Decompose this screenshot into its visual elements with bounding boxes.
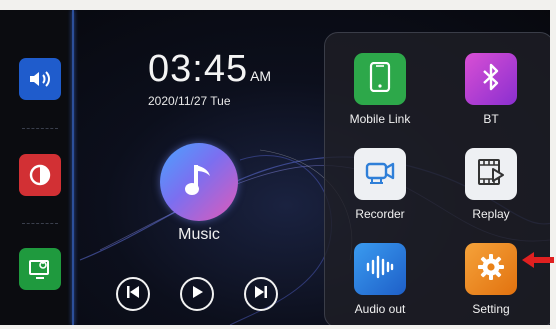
sidebar [0,10,73,325]
clock-ampm: AM [250,68,272,84]
bt-button[interactable] [465,53,517,105]
previous-button[interactable] [116,277,150,311]
next-button[interactable] [244,277,278,311]
phone-icon [369,61,391,97]
device-frame: 03:45 AM 2020/11/27 Tue Music Mobile Lin… [0,0,556,329]
gear-icon [476,252,506,287]
play-button[interactable] [180,277,214,311]
play-icon [190,285,204,304]
volume-icon [28,69,52,89]
brightness-button[interactable] [19,154,61,196]
home-screen: 03:45 AM 2020/11/27 Tue Music Mobile Lin… [0,10,550,325]
clock-digits: 03:45 [148,48,249,90]
music-note-icon [182,161,216,204]
next-icon [254,285,268,304]
previous-icon [126,285,140,304]
clock-date: 2020/11/27 Tue [148,94,231,108]
recorder-button[interactable] [354,148,406,200]
setting-button[interactable] [465,243,517,295]
screen-off-icon [28,258,52,280]
replay-button[interactable] [465,148,517,200]
volume-button[interactable] [19,58,61,100]
bt-label: BT [483,112,499,126]
apps-panel: Mobile Link BT Recorder Replay Audio out… [324,32,550,325]
music-button[interactable] [160,143,238,221]
brightness-icon [28,163,52,187]
mobile-link-label: Mobile Link [349,112,411,126]
recorder-label: Recorder [355,207,405,221]
audio-wave-icon [365,254,395,285]
audio-out-button[interactable] [354,243,406,295]
camera-icon [364,158,396,191]
mobile-link-button[interactable] [354,53,406,105]
screen-off-button[interactable] [19,248,61,290]
replay-label: Replay [472,207,510,221]
sidebar-divider [22,223,58,224]
clock-time: 03:45 AM [148,50,271,95]
film-play-icon [475,157,507,192]
sidebar-divider [22,128,58,129]
bluetooth-icon [481,63,501,96]
sidebar-divider-line [72,10,74,325]
music-label: Music [178,226,220,243]
red-arrow-icon [520,250,556,270]
audio-out-label: Audio out [354,302,406,316]
setting-label: Setting [472,302,510,316]
